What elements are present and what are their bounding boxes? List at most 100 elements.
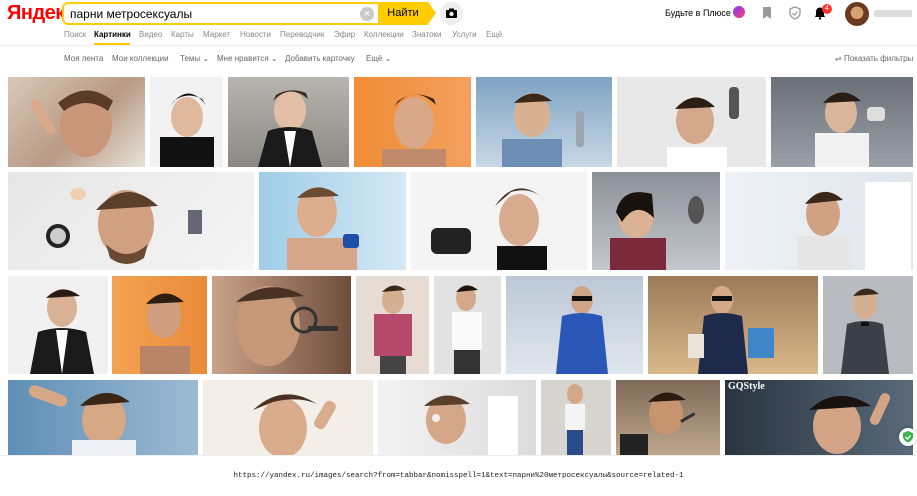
image-thumbnail (431, 188, 547, 270)
image-result[interactable]: GQStyle (725, 380, 913, 456)
image-thumbnail (140, 293, 190, 374)
gq-style-label: GQStyle (728, 381, 765, 392)
image-thumbnail (30, 90, 113, 157)
nav-item-images[interactable]: Картинки (94, 30, 131, 39)
subnav-my-collections[interactable]: Мои коллекции (112, 54, 169, 63)
image-result[interactable] (150, 77, 223, 167)
image-thumbnail (382, 94, 446, 167)
plus-icon[interactable] (733, 6, 745, 18)
status-url: https://yandex.ru/images/search?from=tab… (233, 472, 684, 480)
subnav-topics-label: Темы (180, 54, 201, 63)
image-result[interactable] (725, 172, 913, 270)
image-result[interactable] (771, 77, 913, 167)
service-nav: Поиск Картинки Видео Карты Маркет Новост… (0, 28, 917, 45)
images-subnav: Моя лента Мои коллекции Темы ⌄ Мне нрави… (0, 52, 917, 66)
image-thumbnail (287, 187, 359, 270)
nav-item-services[interactable]: Услуги (452, 30, 477, 39)
nav-item-market[interactable]: Маркет (203, 30, 230, 39)
image-result[interactable] (212, 276, 351, 374)
nav-item-more[interactable]: Ещё (486, 30, 502, 39)
bookmark-icon[interactable] (760, 6, 774, 20)
shield-icon[interactable] (788, 6, 802, 20)
yandex-images-page: Яндекс × Найти Будьте в Плюсе 4 Поиск Ка… (0, 0, 917, 496)
image-result[interactable] (8, 77, 145, 167)
search-button[interactable]: Найти (378, 2, 428, 25)
security-badge[interactable] (899, 428, 917, 446)
image-result[interactable] (8, 380, 198, 456)
image-result[interactable] (259, 172, 406, 270)
image-thumbnail (556, 286, 608, 374)
image-thumbnail (565, 384, 585, 456)
image-thumbnail (28, 385, 136, 456)
image-thumbnail (253, 394, 336, 456)
status-bar: https://yandex.ru/images/search?from=tab… (0, 455, 917, 496)
nav-item-video[interactable]: Видео (139, 30, 162, 39)
image-result[interactable] (616, 380, 720, 456)
chevron-down-icon: ⌄ (268, 54, 278, 63)
image-thumbnail (841, 288, 889, 374)
image-result[interactable] (8, 276, 108, 374)
image-result[interactable] (434, 276, 501, 374)
image-thumbnail (424, 395, 518, 456)
plus-link[interactable]: Будьте в Плюсе (665, 8, 731, 18)
image-result[interactable] (411, 172, 587, 270)
image-result[interactable] (228, 77, 349, 167)
header: Яндекс × Найти Будьте в Плюсе 4 (0, 0, 917, 28)
nav-item-search[interactable]: Поиск (64, 30, 86, 39)
image-thumbnail (160, 93, 214, 167)
search-button-arrow (428, 2, 436, 24)
clear-search-icon[interactable]: × (360, 7, 374, 21)
subnav-topics[interactable]: Темы ⌄ (180, 54, 209, 63)
notification-badge: 4 (822, 4, 832, 14)
nav-item-translator[interactable]: Переводчик (280, 30, 324, 39)
subnav-more-label: Ещё (366, 54, 383, 63)
subnav-add-card[interactable]: Добавить карточку (285, 54, 355, 63)
image-result[interactable] (356, 276, 429, 374)
image-thumbnail (258, 90, 322, 167)
header-divider (0, 45, 917, 46)
search-input[interactable] (70, 6, 350, 22)
subnav-more[interactable]: Ещё ⌄ (366, 54, 391, 63)
chevron-down-icon: ⌄ (382, 54, 392, 63)
image-result[interactable] (592, 172, 720, 270)
image-result[interactable] (541, 380, 611, 456)
image-result[interactable] (617, 77, 766, 167)
image-results-grid: GQStyle (0, 75, 917, 456)
image-thumbnail (374, 285, 412, 374)
image-thumbnail (610, 192, 704, 270)
subnav-my-feed[interactable]: Моя лента (64, 54, 103, 63)
show-filters-button[interactable]: ⇌ Показать фильтры (835, 54, 913, 63)
filters-icon: ⇌ (835, 54, 844, 63)
image-result[interactable] (648, 276, 818, 374)
camera-icon (446, 8, 457, 18)
image-result[interactable] (476, 77, 612, 167)
search-box[interactable]: × (62, 2, 378, 25)
image-result[interactable] (506, 276, 643, 374)
image-thumbnail (30, 289, 94, 374)
image-thumbnail (46, 188, 202, 264)
image-thumbnail (815, 92, 885, 167)
avatar[interactable] (845, 2, 869, 26)
image-result[interactable] (823, 276, 913, 374)
nav-item-experts[interactable]: Знатоки (412, 30, 442, 39)
filters-label: Показать фильтры (843, 54, 914, 63)
image-thumbnail (452, 285, 482, 374)
image-result[interactable] (203, 380, 373, 456)
camera-search-button[interactable] (440, 2, 463, 25)
image-thumbnail (236, 286, 338, 366)
username-blurred[interactable] (874, 10, 912, 17)
nav-item-maps[interactable]: Карты (171, 30, 194, 39)
image-thumbnail (667, 87, 739, 167)
image-result[interactable] (378, 380, 536, 456)
subnav-likes[interactable]: Мне нравится ⌄ (217, 54, 278, 63)
nav-item-news[interactable]: Новости (240, 30, 271, 39)
image-result[interactable] (8, 172, 254, 270)
nav-item-collections[interactable]: Коллекции (364, 30, 404, 39)
image-result[interactable] (354, 77, 471, 167)
image-result[interactable] (112, 276, 207, 374)
nav-item-efir[interactable]: Эфир (334, 30, 355, 39)
image-thumbnail (688, 286, 774, 374)
subnav-likes-label: Мне нравится (217, 54, 269, 63)
image-thumbnail (502, 93, 584, 167)
shield-check-icon (903, 431, 913, 443)
